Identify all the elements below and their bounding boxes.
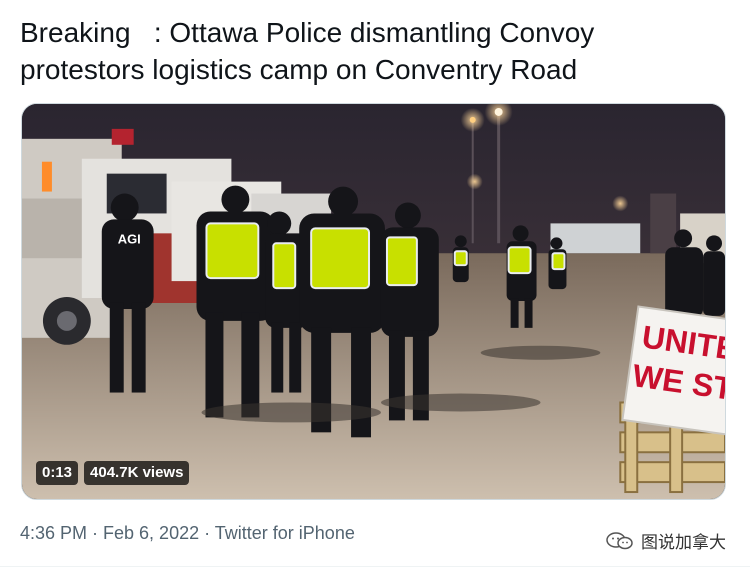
video-view-count: 404.7K views <box>84 461 190 485</box>
video-frame: AGI UNITE WE STA <box>22 104 725 499</box>
officer-vest-label: AGI <box>118 231 141 246</box>
tweet-source[interactable]: Twitter for iPhone <box>215 523 355 543</box>
tweet-text: Breaking : Ottawa Police dismantling Con… <box>20 17 595 85</box>
divider <box>0 566 750 567</box>
watermark-label: 图说加拿大 <box>641 533 726 552</box>
tweet-timestamp[interactable]: 4:36 PM · Feb 6, 2022 · <box>20 523 215 543</box>
watermark: 图说加拿大 <box>605 528 726 553</box>
video-player[interactable]: AGI UNITE WE STA 0:13 404.7K views <box>21 103 726 500</box>
video-badge: 0:13 404.7K views <box>36 460 190 486</box>
tweet-metadata: 4:36 PM · Feb 6, 2022 · Twitter for iPho… <box>20 523 355 544</box>
video-duration: 0:13 <box>36 461 79 485</box>
wechat-icon <box>606 531 633 549</box>
